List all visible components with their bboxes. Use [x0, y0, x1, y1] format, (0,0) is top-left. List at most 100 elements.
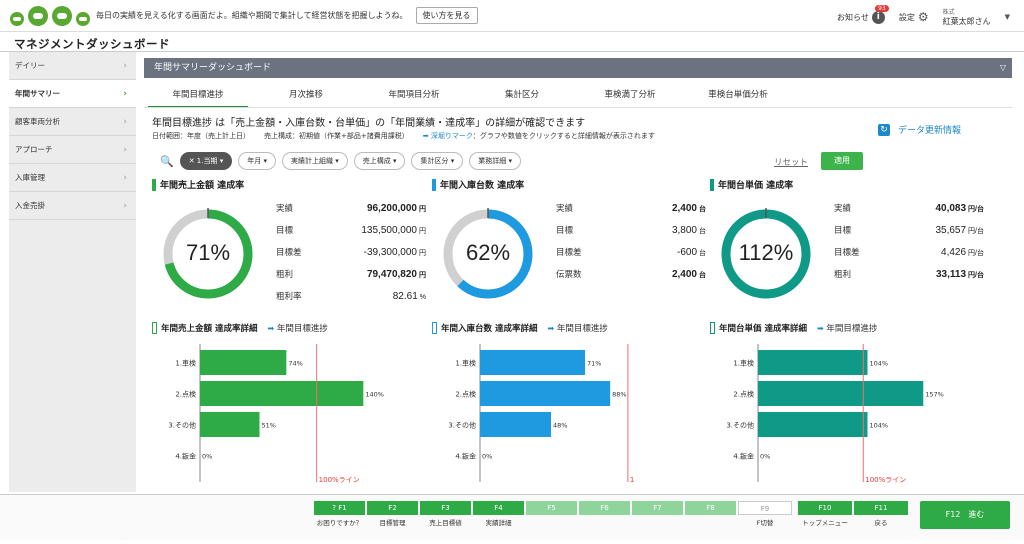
tab-annual-items[interactable]: 年間項目分析 — [360, 88, 468, 108]
chevron-right-icon: › — [123, 88, 127, 99]
detail-title: 年間台単価 達成率詳細 ➡ 年間目標進捗 — [710, 322, 980, 334]
tab-annual-progress[interactable]: 年間目標進捗 — [144, 88, 252, 108]
stat-value[interactable]: 33,113 円/台 — [936, 269, 984, 280]
page-title: マネジメントダッシュボード — [14, 37, 170, 51]
mascot-logo — [10, 5, 90, 26]
user-menu[interactable]: 株式 紅葉太郎さん — [943, 8, 991, 26]
function-key-caption: 売上目標値 — [429, 519, 462, 527]
tab-monthly-trend[interactable]: 月次推移 — [252, 88, 360, 108]
drill-link-label: 年間目標進捗 — [274, 324, 328, 334]
bar-value-label: 104% — [869, 422, 888, 430]
stat-label: 目標差 — [276, 248, 302, 258]
stat-value[interactable]: 2,400 台 — [672, 269, 706, 280]
stat-value[interactable]: 135,500,000 円 — [361, 225, 426, 236]
function-key-caption: 目標管理 — [379, 519, 406, 527]
filter-chip-organization[interactable]: 実績計上組織 ▾ — [281, 152, 348, 170]
stat-unit: 円 — [419, 250, 426, 257]
stat-unit: 台 — [699, 272, 706, 279]
bar[interactable] — [200, 350, 287, 375]
tab-inspection-unit-price[interactable]: 車検台単価分析 — [684, 88, 792, 108]
category-label: 3.その他 — [448, 421, 476, 430]
bar[interactable] — [480, 381, 611, 406]
bar[interactable] — [480, 412, 551, 437]
filter-chip-sales-config[interactable]: 売上構成 ▾ — [353, 152, 406, 170]
bar[interactable] — [480, 350, 585, 375]
category-label: 4.鈑金 — [733, 452, 754, 461]
bar[interactable] — [758, 350, 868, 375]
function-key-caption: お困りですか？ — [316, 519, 363, 527]
chip-label: 実績計上組織 — [290, 157, 333, 165]
summary-headline: 年間目標進捗 は「売上金額・入庫台数・台単価」の「年間業績・達成率」の詳細が確認… — [152, 118, 586, 129]
settings-button[interactable]: 設定 ⚙ — [899, 10, 929, 24]
stat-value[interactable]: -600 台 — [677, 247, 706, 258]
info-icon: i — [871, 10, 885, 24]
filter-icon[interactable]: ▽ — [1000, 58, 1006, 78]
stat-value[interactable]: 82.61% — [393, 291, 426, 302]
function-key-caption: 戻る — [874, 519, 888, 527]
function-key-f10[interactable]: F10 — [798, 501, 852, 515]
sidebar-item-annual-summary[interactable]: 年間サマリー › — [9, 80, 136, 108]
function-key-f2[interactable]: F2 — [367, 501, 418, 515]
stat-unit: 円 — [419, 272, 426, 279]
function-key-f8[interactable]: F8 — [685, 501, 736, 515]
data-refresh-link[interactable]: ↻ データ更新情報 — [878, 123, 961, 136]
function-key-f4[interactable]: F4 — [473, 501, 524, 515]
apply-button[interactable]: 適用 — [821, 152, 863, 170]
stat-value[interactable]: -39,300,000 円 — [364, 247, 426, 258]
reset-link[interactable]: リセット — [774, 156, 808, 168]
category-label: 3.その他 — [168, 421, 196, 430]
detail-intake: 年間入庫台数 達成率詳細 ➡ 年間目標進捗 1.車検 71% 2.点検 88% 3.その他 4… — [432, 322, 702, 484]
stat-value[interactable]: 40,083 円/台 — [935, 203, 984, 214]
gauge-percent: 112% — [738, 240, 794, 265]
sidebar-item-payments[interactable]: 入金売掛 › — [9, 192, 136, 220]
stat-row: 目標 135,500,000 円 — [276, 224, 426, 246]
bar[interactable] — [200, 381, 364, 406]
refresh-label: データ更新情報 — [898, 126, 962, 136]
filter-chip-business-detail[interactable]: 業務詳細 ▾ — [469, 152, 521, 170]
function-key-f5[interactable]: F5 — [526, 501, 577, 515]
search-icon[interactable]: 🔍 — [160, 155, 174, 168]
filter-chip-period[interactable]: ✕ 1.当期 ▾ — [179, 152, 233, 170]
function-key-f6[interactable]: F6 — [579, 501, 630, 515]
filter-chip-month[interactable]: 年月 ▾ — [238, 152, 276, 170]
sidebar-item-daily[interactable]: デイリー › — [9, 52, 136, 80]
tab-bar: 年間目標進捗 月次推移 年間項目分析 集計区分 車検満了分析 車検台単価分析 — [144, 88, 794, 108]
stat-row: 粗利率 82.61% — [276, 290, 426, 306]
filter-chip-aggregation[interactable]: 集計区分 ▾ — [411, 152, 464, 170]
sidebar-item-customer-vehicle[interactable]: 顧客車両分析 › — [9, 108, 136, 136]
chevron-down-icon[interactable]: ▼ — [1005, 13, 1010, 21]
howto-button[interactable]: 使い方を見る — [415, 7, 478, 24]
sidebar-item-approach[interactable]: アプローチ › — [9, 136, 136, 164]
stat-value[interactable]: 96,200,000 円 — [367, 203, 426, 214]
user-company: 株式 — [942, 9, 955, 16]
function-key-caption: 実績詳細 — [485, 519, 512, 527]
stat-value[interactable]: 35,657 円/台 — [935, 225, 984, 236]
stat-value[interactable]: 4,426 円/台 — [941, 247, 984, 258]
chip-label: 売上構成 — [362, 157, 391, 165]
drill-link-label: 年間目標進捗 — [554, 324, 608, 334]
notice-button[interactable]: お知らせ i 93 — [837, 4, 889, 24]
sidebar-item-intake[interactable]: 入庫管理 › — [9, 164, 136, 192]
tab-aggregation[interactable]: 集計区分 — [468, 88, 576, 108]
drill-link[interactable]: ➡ 年間目標進捗 — [547, 322, 607, 334]
function-key-f7[interactable]: F7 — [632, 501, 683, 515]
function-key-f1[interactable]: ? F1 — [314, 501, 365, 515]
bar[interactable] — [200, 412, 260, 437]
drill-mark: ➡ 深堀りマーク — [422, 132, 473, 140]
f12-next-button[interactable]: F12 進む — [920, 501, 1010, 529]
drill-link[interactable]: ➡ 年間目標進捗 — [817, 322, 877, 334]
function-key-f11[interactable]: F11 — [854, 501, 908, 515]
detail-title: 年間入庫台数 達成率詳細 ➡ 年間目標進捗 — [432, 322, 702, 334]
bar-value-label: 104% — [869, 360, 888, 368]
stat-value[interactable]: 3,800 台 — [672, 225, 706, 236]
notice-label: お知らせ — [837, 12, 869, 22]
bar[interactable] — [758, 381, 924, 406]
tab-inspection-expiry[interactable]: 車検満了分析 — [576, 88, 684, 108]
sidebar: デイリー › 年間サマリー › 顧客車両分析 › アプローチ › 入庫管理 › 入金売掛 ›… — [9, 52, 136, 544]
function-key-f3[interactable]: F3 — [420, 501, 471, 515]
stat-value[interactable]: 2,400 台 — [672, 203, 706, 214]
bar[interactable] — [758, 412, 868, 437]
stat-value[interactable]: 79,470,820 円 — [367, 269, 426, 280]
drill-link[interactable]: ➡ 年間目標進捗 — [267, 322, 327, 334]
function-key-f9[interactable]: F9 — [738, 501, 792, 515]
